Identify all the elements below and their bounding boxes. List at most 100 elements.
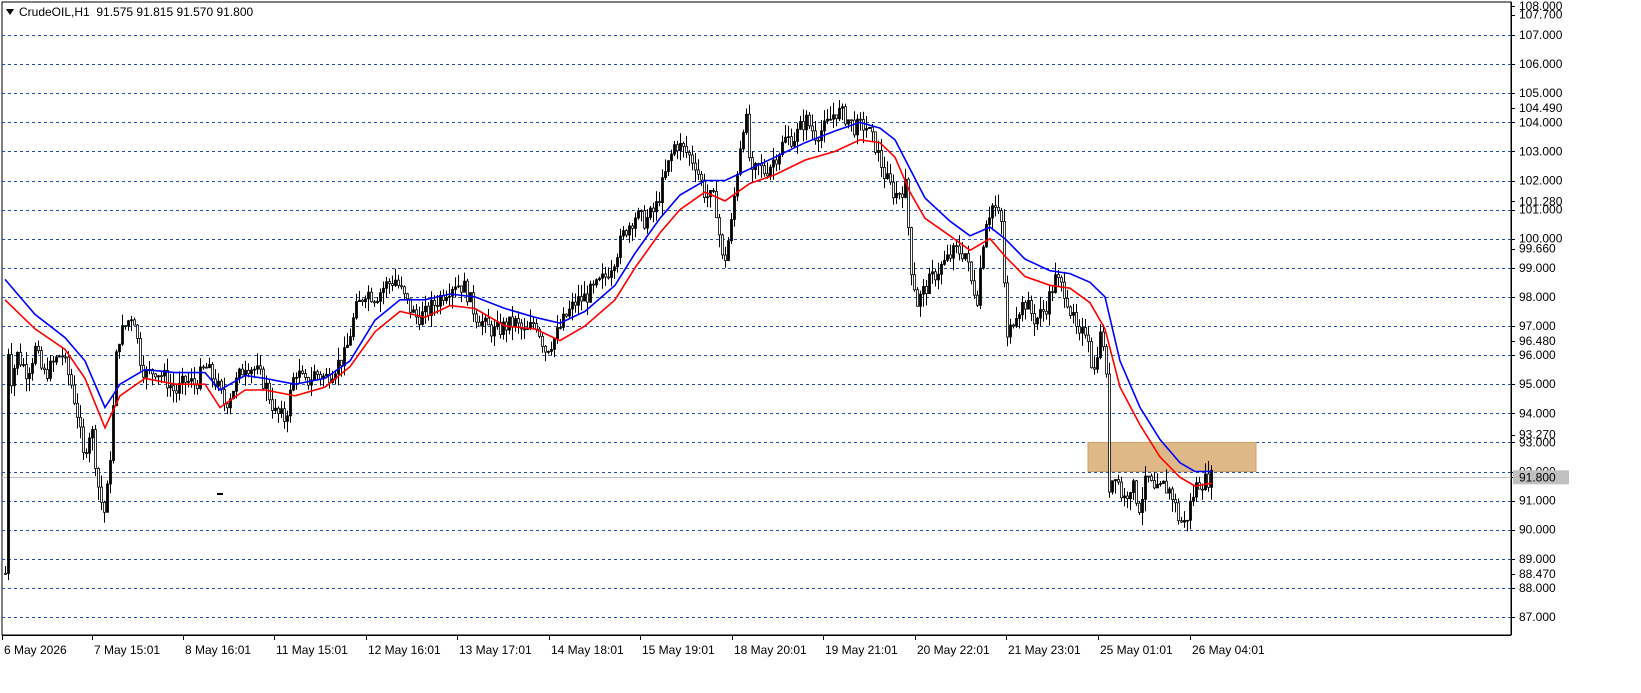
candle-body	[19, 351, 22, 366]
candle-body	[463, 280, 466, 293]
candle-body	[1135, 480, 1138, 504]
price-tick-label: 105.000	[1519, 86, 1563, 100]
candle-body	[949, 254, 952, 259]
candle-body	[1057, 274, 1060, 279]
candle-body	[517, 318, 520, 324]
candle-body	[1207, 473, 1210, 488]
candle-body	[775, 159, 778, 165]
candle-body	[226, 403, 229, 409]
time-tick-label: 13 May 17:01	[459, 643, 532, 657]
candle-body	[823, 120, 826, 132]
candle-body	[919, 293, 922, 307]
candle-body	[409, 298, 412, 313]
candle-body	[466, 280, 469, 303]
chart-window[interactable]: 108.000 107.700 107.000 106.000 105.000 104.4…	[0, 0, 1641, 693]
candle-body	[1111, 480, 1114, 493]
candle-body	[223, 389, 226, 405]
candle-body	[418, 316, 421, 325]
candle-body	[1102, 331, 1105, 348]
candle-body	[1120, 481, 1123, 499]
candle-body	[1177, 502, 1180, 522]
candle-body	[514, 318, 517, 328]
candle-body	[601, 273, 604, 279]
candle-body	[199, 366, 202, 389]
candle-body	[1132, 480, 1135, 493]
plot-area[interactable]	[1, 1, 1512, 636]
candle-body	[313, 371, 316, 381]
candle-body	[394, 279, 397, 286]
candle-body	[892, 181, 895, 199]
price-tick-label: 99.000	[1519, 261, 1556, 275]
candle-body	[397, 279, 400, 287]
candle-body	[1081, 327, 1084, 334]
price-tick-label: 99.660	[1519, 242, 1556, 256]
price-tick-label: 87.000	[1519, 610, 1556, 624]
candle-body	[73, 384, 76, 404]
candle-body	[436, 304, 439, 307]
candle-body	[64, 356, 67, 359]
candle-body	[862, 119, 865, 131]
candle-body	[493, 326, 496, 337]
resistance-zone	[1087, 441, 1257, 472]
candle-body	[217, 380, 220, 387]
candle-body	[256, 365, 259, 370]
candle-body	[316, 371, 319, 375]
candle-body	[832, 114, 835, 120]
candle-body	[100, 486, 103, 503]
candle-body	[406, 293, 409, 300]
candle-body	[70, 374, 73, 386]
candle-body	[643, 210, 646, 229]
candle-body	[244, 369, 247, 376]
candle-body	[631, 225, 634, 229]
candle-body	[1141, 498, 1144, 513]
candle-body	[922, 286, 925, 295]
candle-body	[1048, 291, 1051, 315]
candle-body	[283, 408, 286, 422]
price-tick-label: 96.480	[1519, 334, 1556, 348]
candle-body	[451, 288, 454, 297]
candle-body	[670, 153, 673, 162]
candle-body	[1153, 480, 1156, 489]
candle-body	[1069, 306, 1072, 316]
price-chart[interactable]: 108.000107.700107.000106.000105.000104.4…	[0, 0, 1641, 693]
candle-body	[994, 205, 997, 208]
time-tick-label: 26 May 04:01	[1192, 643, 1265, 657]
candle-body	[478, 321, 481, 327]
candle-body	[880, 150, 883, 168]
candle-body	[205, 366, 208, 369]
candle-body	[787, 136, 790, 139]
candle-body	[496, 322, 499, 328]
price-tick-label: 90.000	[1519, 523, 1556, 537]
candle-body	[472, 292, 475, 315]
candle-body	[544, 345, 547, 353]
candle-body	[319, 373, 322, 380]
candle-body	[379, 292, 382, 302]
candle-body	[52, 360, 55, 363]
candle-body	[550, 348, 553, 352]
candle-body	[382, 287, 385, 294]
candle-body	[910, 227, 913, 276]
candle-body	[1201, 488, 1204, 491]
candle-body	[247, 369, 250, 375]
candle-body	[4, 572, 7, 575]
candle-body	[400, 285, 403, 288]
price-tick-label: 104.490	[1519, 101, 1563, 115]
price-tick-label: 107.700	[1519, 8, 1563, 22]
collapse-triangle-icon[interactable]	[6, 8, 14, 15]
candle-body	[196, 384, 199, 389]
candle-body	[898, 192, 901, 195]
time-tick-label: 12 May 16:01	[368, 643, 441, 657]
candle-body	[565, 313, 568, 317]
candle-body	[1054, 274, 1057, 293]
time-tick-label: 15 May 19:01	[642, 643, 715, 657]
candle-body	[547, 351, 550, 353]
candle-body	[475, 313, 478, 323]
candle-body	[1003, 221, 1006, 284]
candle-body	[1192, 496, 1195, 502]
price-tick-label: 91.800	[1519, 470, 1556, 484]
candle-body	[868, 126, 871, 129]
candle-body	[376, 300, 379, 303]
candle-body	[1147, 475, 1150, 478]
candle-body	[826, 118, 829, 122]
candle-body	[613, 266, 616, 272]
